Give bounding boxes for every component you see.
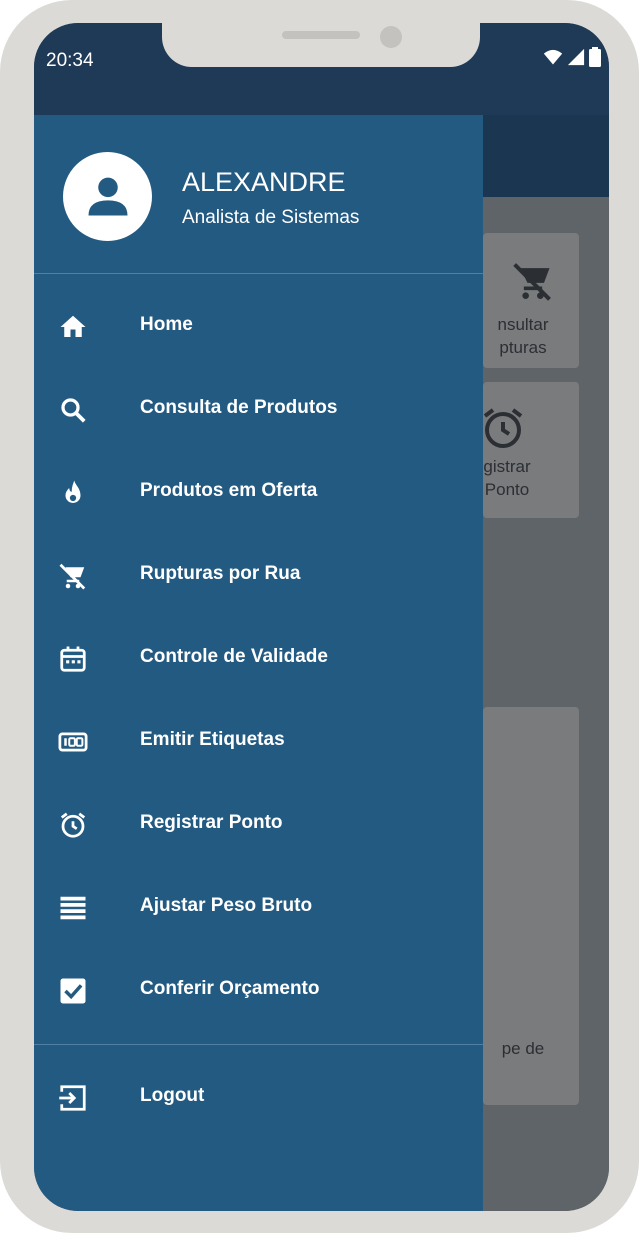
bg-card-label: pe de <box>501 1039 545 1058</box>
menu-item-home[interactable]: Home <box>34 286 483 368</box>
drawer-header: ALEXANDRE Analista de Sistemas <box>34 115 483 273</box>
person-icon <box>88 177 128 216</box>
bg-card-label: gistrar <box>483 457 531 476</box>
menu-item-registrar-ponto[interactable]: Registrar Ponto <box>34 784 483 866</box>
menu-item-label: Controle de Validade <box>140 646 328 667</box>
menu-item-label: Consulta de Produtos <box>140 397 338 418</box>
label-icon <box>58 732 88 752</box>
menu-item-logout[interactable]: Logout <box>34 1057 483 1139</box>
calendar-icon <box>60 646 86 672</box>
battery-icon <box>589 47 601 67</box>
checkbox-icon <box>60 978 86 1004</box>
list-icon <box>60 896 86 920</box>
alarm-icon <box>60 812 86 838</box>
menu-item-produtos-oferta[interactable]: Produtos em Oferta <box>34 452 483 534</box>
signal-icon <box>567 48 585 66</box>
bg-card-rupturas: nsultar pturas <box>483 233 579 368</box>
menu-item-label: Registrar Ponto <box>140 812 283 833</box>
menu-item-label: Emitir Etiquetas <box>140 729 285 750</box>
user-role: Analista de Sistemas <box>182 207 360 228</box>
home-icon <box>60 315 86 337</box>
search-icon <box>61 398 86 423</box>
menu-item-label: Logout <box>140 1085 205 1106</box>
fire-icon <box>65 480 81 503</box>
menu-item-rupturas[interactable]: Rupturas por Rua <box>34 535 483 617</box>
bg-card-label: nsultar <box>497 315 549 334</box>
menu-item-label: Produtos em Oferta <box>140 480 318 501</box>
avatar[interactable] <box>63 152 152 241</box>
background-content: nsultar pturas gistrar Ponto pe de <box>483 197 609 1211</box>
cart-off-icon <box>513 263 551 301</box>
bg-card-ponto: gistrar Ponto <box>483 382 579 518</box>
bg-card-bottom: pe de <box>483 707 579 1105</box>
footer-divider <box>34 1044 483 1045</box>
menu-item-consulta-produtos[interactable]: Consulta de Produtos <box>34 369 483 451</box>
status-time: 20:34 <box>46 50 94 71</box>
alarm-icon <box>483 408 523 448</box>
menu-item-ajustar-peso[interactable]: Ajustar Peso Bruto <box>34 867 483 949</box>
cart-off-icon <box>59 563 86 590</box>
user-name: ALEXANDRE <box>182 167 346 197</box>
menu-item-label: Conferir Orçamento <box>140 978 320 999</box>
menu-item-label: Rupturas por Rua <box>140 563 301 584</box>
bg-card-label: pturas <box>499 338 547 357</box>
bg-card-label: Ponto <box>484 480 530 499</box>
front-camera <box>380 26 402 48</box>
header-divider <box>34 273 483 274</box>
menu-item-emitir-etiquetas[interactable]: Emitir Etiquetas <box>34 701 483 783</box>
screen: 20:34 nsultar pturas gistrar Ponto pe de… <box>34 23 609 1211</box>
wifi-icon <box>543 49 563 65</box>
logout-icon <box>59 1085 86 1111</box>
app-bar-background <box>483 115 609 197</box>
navigation-drawer: ALEXANDRE Analista de Sistemas Home Cons… <box>34 115 483 1211</box>
speaker-grille <box>282 31 360 39</box>
menu-item-conferir-orcamento[interactable]: Conferir Orçamento <box>34 950 483 1032</box>
menu-item-controle-validade[interactable]: Controle de Validade <box>34 618 483 700</box>
camera-notch <box>162 23 480 67</box>
phone-frame: 20:34 nsultar pturas gistrar Ponto pe de… <box>0 0 639 1233</box>
menu-item-label: Home <box>140 314 193 335</box>
status-icons <box>543 47 601 67</box>
menu-item-label: Ajustar Peso Bruto <box>140 895 313 916</box>
